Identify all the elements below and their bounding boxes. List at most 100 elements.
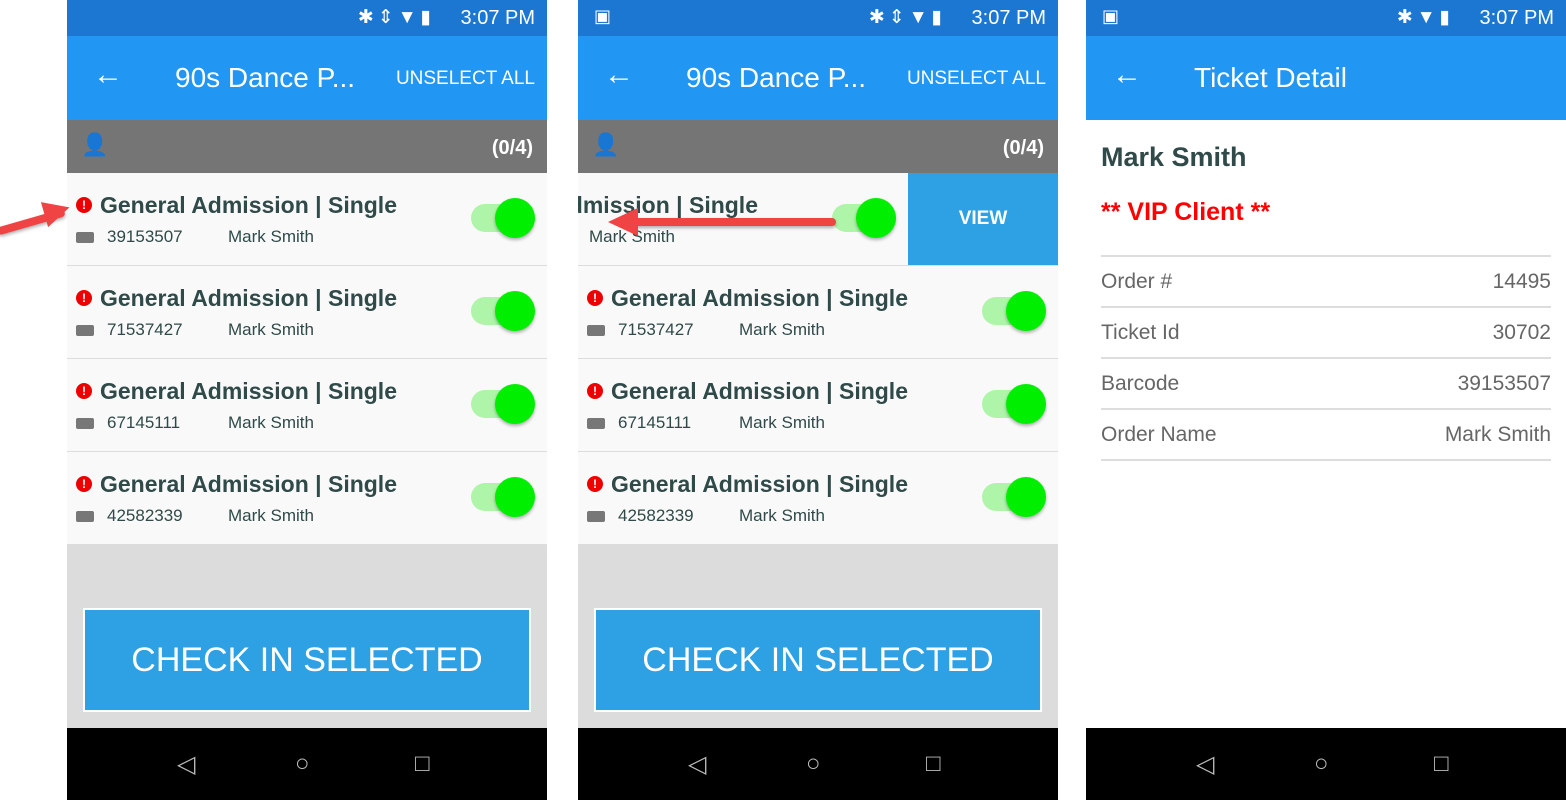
- select-toggle[interactable]: [832, 198, 896, 238]
- warning-icon: !: [76, 197, 92, 213]
- phone-screen-list: ✱⇕▼▮ 3:07 PM ← 90s Dance P... UNSELECT A…: [67, 0, 547, 800]
- ticket-icon: [76, 418, 94, 429]
- swipe-arrow: [630, 218, 836, 226]
- check-in-selected-button[interactable]: CHECK IN SELECTED: [83, 608, 531, 712]
- vip-note: ** VIP Client **: [1101, 198, 1271, 226]
- toggle-knob: [1006, 384, 1046, 424]
- checked-in-count: (0/4): [491, 137, 533, 159]
- detail-field-row: Barcode 39153507: [1101, 357, 1551, 408]
- nav-back-icon[interactable]: ◁: [177, 750, 195, 779]
- status-icons: ✱⇕▼▮: [868, 7, 946, 28]
- ticket-row[interactable]: ! General Admission | Single 42582339 Ma…: [578, 452, 1058, 545]
- nav-recents-icon[interactable]: □: [415, 750, 430, 778]
- select-toggle[interactable]: [982, 291, 1046, 331]
- ticket-row[interactable]: ! General Admission | Single 42582339 Ma…: [67, 452, 547, 545]
- app-bar: ← 90s Dance P... UNSELECT ALL: [67, 36, 547, 120]
- field-value: Mark Smith: [1444, 423, 1551, 446]
- status-time: 3:07 PM: [460, 7, 535, 29]
- unselect-all-button[interactable]: UNSELECT ALL: [907, 68, 1046, 90]
- event-title: 90s Dance P...: [686, 62, 867, 93]
- select-toggle[interactable]: [471, 384, 535, 424]
- warning-icon: !: [76, 290, 92, 306]
- image-notification-icon: ▣: [1102, 6, 1120, 26]
- status-time: 3:07 PM: [971, 7, 1046, 29]
- field-value: 39153507: [1457, 372, 1551, 395]
- ticket-icon: [587, 511, 605, 522]
- back-arrow-icon[interactable]: ←: [1112, 58, 1142, 92]
- select-toggle[interactable]: [471, 477, 535, 517]
- nav-back-icon[interactable]: ◁: [688, 750, 706, 779]
- ticket-type: General Admission | Single: [100, 471, 397, 497]
- status-bar: ▣ ✱▼▮ 3:07 PM: [1086, 0, 1566, 36]
- back-arrow-icon[interactable]: ←: [93, 58, 123, 92]
- nav-home-icon[interactable]: ○: [295, 750, 310, 778]
- ticket-type: General Admission | Single: [100, 192, 397, 218]
- toggle-knob: [1006, 477, 1046, 517]
- toggle-knob: [495, 198, 535, 238]
- ticket-icon: [587, 325, 605, 336]
- attendee-header: 👤 (0/4): [67, 120, 547, 173]
- event-title: 90s Dance P...: [175, 62, 356, 93]
- ticket-type: General Admission | Single: [611, 378, 908, 404]
- status-icons: ✱▼▮: [1396, 7, 1454, 28]
- toggle-knob: [856, 198, 896, 238]
- nav-back-icon[interactable]: ◁: [1196, 750, 1214, 779]
- select-toggle[interactable]: [982, 384, 1046, 424]
- swipe-arrowhead: [608, 208, 638, 236]
- ticket-holder-name: Mark Smith: [739, 413, 825, 432]
- detail-field-row: Order # 14495: [1101, 255, 1551, 306]
- ticket-row[interactable]: ! General Admission | Single 67145111 Ma…: [578, 359, 1058, 452]
- person-icon: 👤: [81, 132, 109, 157]
- page-title: Ticket Detail: [1194, 62, 1348, 93]
- ticket-barcode: 67145111: [107, 413, 181, 432]
- ticket-icon: [76, 511, 94, 522]
- warning-icon: !: [76, 383, 92, 399]
- select-toggle[interactable]: [982, 477, 1046, 517]
- warning-icon: !: [76, 476, 92, 492]
- toggle-knob: [495, 477, 535, 517]
- detail-field-row: Ticket Id 30702: [1101, 306, 1551, 357]
- image-notification-icon: ▣: [594, 6, 612, 26]
- ticket-type: General Admission | Single: [100, 378, 397, 404]
- ticket-barcode: 42582339: [107, 506, 183, 525]
- nav-recents-icon[interactable]: □: [926, 750, 941, 778]
- ticket-row[interactable]: ! General Admission | Single 67145111 Ma…: [67, 359, 547, 452]
- ticket-type: General Admission | Single: [578, 192, 758, 218]
- back-arrow-icon[interactable]: ←: [604, 58, 634, 92]
- android-nav-bar: ◁ ○ □: [1086, 728, 1566, 800]
- person-icon: 👤: [592, 132, 620, 157]
- warning-icon: !: [587, 290, 603, 306]
- status-bar: ✱⇕▼▮ 3:07 PM: [67, 0, 547, 36]
- field-label: Order #: [1101, 270, 1173, 293]
- field-label: Order Name: [1101, 423, 1217, 446]
- ticket-holder-name: Mark Smith: [228, 227, 314, 246]
- view-button[interactable]: VIEW: [908, 173, 1058, 265]
- toggle-knob: [495, 291, 535, 331]
- field-value: 14495: [1492, 270, 1551, 293]
- ticket-row[interactable]: ! General Admission | Single 39153507 Ma…: [67, 173, 547, 266]
- nav-recents-icon[interactable]: □: [1434, 750, 1449, 778]
- ticket-barcode: 71537427: [618, 320, 694, 339]
- ticket-row[interactable]: ! General Admission | Single 71537427 Ma…: [578, 266, 1058, 359]
- ticket-row[interactable]: ! General Admission | Single 71537427 Ma…: [67, 266, 547, 359]
- phone-screen-ticket-detail: ▣ ✱▼▮ 3:07 PM ← Ticket Detail Mark Smith…: [1086, 0, 1566, 800]
- phone-screen-list-swiped: ▣ ✱⇕▼▮ 3:07 PM ← 90s Dance P... UNSELECT…: [578, 0, 1058, 800]
- app-bar: ← Ticket Detail: [1086, 36, 1566, 120]
- toggle-knob: [495, 384, 535, 424]
- app-bar: ← 90s Dance P... UNSELECT ALL: [578, 36, 1058, 120]
- field-label: Ticket Id: [1101, 321, 1180, 344]
- unselect-all-button[interactable]: UNSELECT ALL: [396, 68, 535, 90]
- select-toggle[interactable]: [471, 291, 535, 331]
- ticket-barcode: 71537427: [107, 320, 183, 339]
- ticket-type: General Admission | Single: [611, 285, 908, 311]
- divider: [1101, 459, 1551, 461]
- ticket-type: General Admission | Single: [100, 285, 397, 311]
- nav-home-icon[interactable]: ○: [1314, 750, 1329, 778]
- customer-name: Mark Smith: [1101, 142, 1247, 172]
- attendee-header: 👤 (0/4): [578, 120, 1058, 173]
- select-toggle[interactable]: [471, 198, 535, 238]
- ticket-icon: [587, 418, 605, 429]
- ticket-barcode: 67145111: [618, 413, 692, 432]
- check-in-selected-button[interactable]: CHECK IN SELECTED: [594, 608, 1042, 712]
- nav-home-icon[interactable]: ○: [806, 750, 821, 778]
